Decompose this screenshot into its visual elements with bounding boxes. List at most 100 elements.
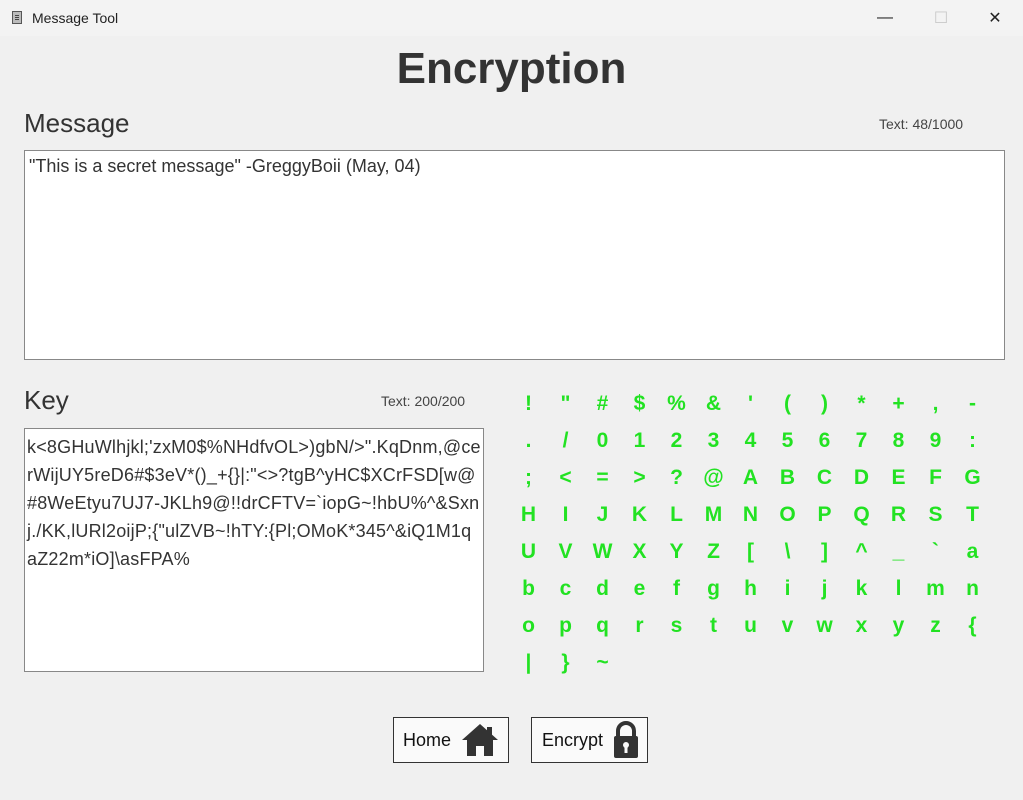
charset-glyph: V [558,539,573,563]
close-button[interactable]: ✕ [972,0,1018,36]
charset-glyph: 6 [818,428,831,452]
charset-glyph: t [710,613,717,637]
charset-glyph: 8 [892,428,905,452]
charset-glyph: L [670,502,683,526]
charset-glyph: H [520,502,537,526]
encrypt-button-label: Encrypt [542,729,604,750]
charset-glyph: T [966,502,979,526]
charset-glyph: * [857,391,866,415]
charset-glyph: + [892,391,905,415]
charset-glyph: y [892,613,905,637]
charset-glyph: J [596,502,609,526]
charset-glyph: z [930,613,941,637]
charset-glyph: | [525,650,532,674]
charset-glyph: ~ [596,650,609,674]
charset-glyph: h [744,576,757,600]
maximize-button[interactable]: ☐ [918,0,964,36]
charset-glyph: ) [821,391,828,415]
charset-glyph: K [631,502,648,526]
app-icon [12,11,22,24]
charset-glyph: p [559,613,572,637]
charset-glyph: W [592,539,613,563]
charset-glyph: ; [525,465,532,489]
charset-glyph: d [596,576,609,600]
message-label: Message [24,108,130,138]
charset-glyph: [ [747,539,754,563]
charset-glyph: @ [703,465,724,489]
encrypt-button[interactable]: Encrypt [531,717,648,763]
lock-icon [614,721,638,758]
charset-glyph: " [560,391,571,415]
message-input[interactable]: "This is a secret message" -GreggyBoii (… [24,150,1005,360]
charset-glyph: 3 [707,428,720,452]
charset-glyph: % [667,391,686,415]
charset-glyph: } [561,650,570,674]
page-title: Encryption [396,44,627,93]
key-input[interactable]: k<8GHuWlhjkl;'zxM0$%NHdfvOL>)gbN/>".KqDn… [24,428,484,672]
charset-glyph: P [817,502,832,526]
charset-glyph: C [816,465,833,489]
charset-glyph: x [855,613,868,637]
charset-glyph: 4 [744,428,757,452]
charset-glyph: c [559,576,572,600]
charset-glyph: 7 [855,428,868,452]
charset-glyph: ? [670,465,683,489]
title-bar: Message Tool — ☐ ✕ [0,0,1023,36]
charset-glyph: 0 [596,428,609,452]
key-label: Key [24,385,69,415]
charset-glyph: b [522,576,535,600]
charset-glyph: Z [707,539,720,563]
charset-glyph: i [784,576,791,600]
charset-glyph: B [779,465,796,489]
charset-glyph: n [966,576,979,600]
charset-glyph: & [705,391,722,415]
charset-glyph: w [816,613,833,637]
charset-glyph: r [635,613,644,637]
charset-glyph: f [673,576,680,600]
message-char-counter: Text: 48/1000 [879,116,964,132]
charset-glyph: N [742,502,759,526]
charset-glyph: , [932,391,939,415]
charset-glyph: o [522,613,535,637]
charset-glyph: O [779,502,796,526]
charset-glyph: u [744,613,757,637]
charset-glyph: = [596,465,609,489]
charset-glyph: ( [784,391,791,415]
charset-glyph: X [632,539,647,563]
key-char-counter: Text: 200/200 [381,393,466,409]
charset-glyph: ` [932,539,939,563]
charset-glyph: k [855,576,868,600]
charset-glyph: > [633,465,646,489]
charset-glyph: S [928,502,943,526]
home-icon [462,724,498,756]
charset-glyph: R [890,502,907,526]
home-button[interactable]: Home [393,717,509,763]
charset-glyph: G [964,465,981,489]
charset-glyph: # [596,391,609,415]
charset-glyph: Y [669,539,684,563]
charset-glyph: $ [633,391,646,415]
charset-glyph: l [895,576,902,600]
charset-glyph: Q [853,502,870,526]
charset-glyph: I [562,502,569,526]
charset-glyph: v [781,613,794,637]
charset-glyph: ^ [855,539,868,563]
charset-glyph: U [520,539,537,563]
charset-glyph: q [596,613,609,637]
charset-glyph: / [562,428,569,452]
character-set-grid: ! " # $% & ' () * +, -. / 0 1 2 3 4 5 6 7 8 9:; < = >? @ A B C D E F G H… [510,385,991,681]
charset-glyph: : [969,428,976,452]
charset-glyph: A [742,465,759,489]
charset-glyph: a [966,539,979,563]
charset-glyph: D [853,465,870,489]
charset-glyph: 1 [633,428,646,452]
charset-glyph: M [704,502,723,526]
charset-glyph: - [969,391,976,415]
window-title: Message Tool [32,10,119,26]
minimize-button[interactable]: — [862,0,908,36]
charset-glyph: ! [525,391,532,415]
charset-glyph: e [633,576,646,600]
charset-glyph: s [670,613,683,637]
charset-glyph: F [929,465,942,489]
charset-glyph: ] [821,539,828,563]
